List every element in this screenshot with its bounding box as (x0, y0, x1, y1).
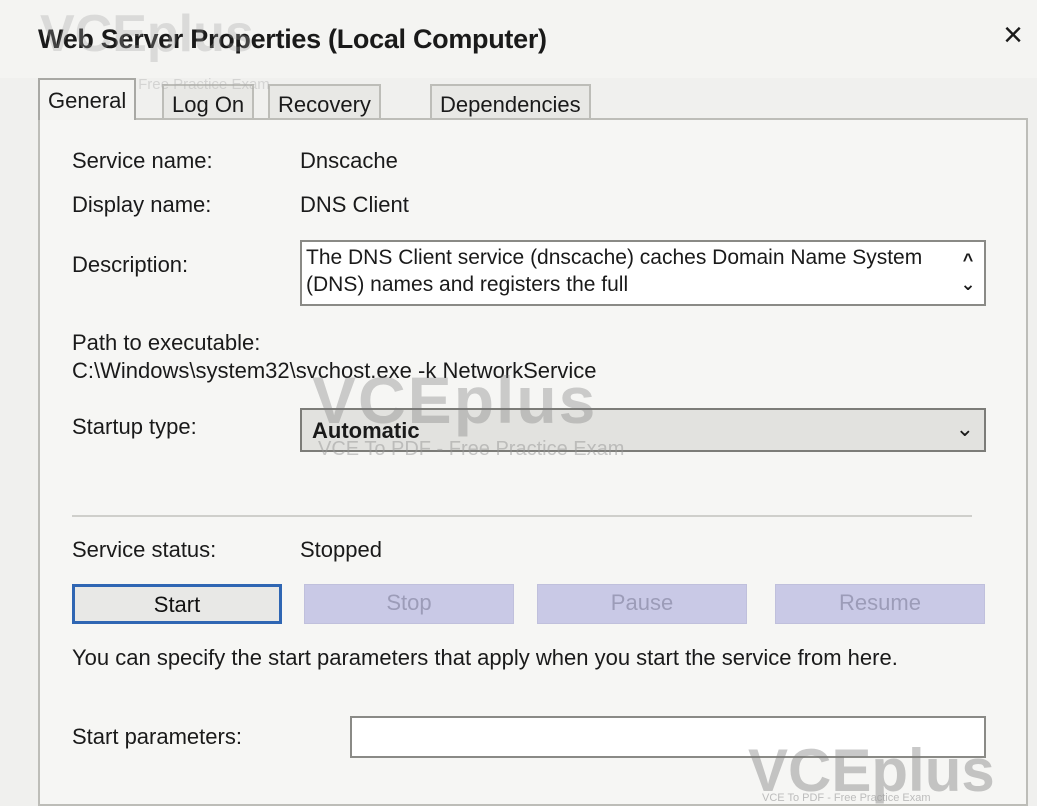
start-parameters-input[interactable] (350, 716, 986, 758)
resume-button[interactable]: Resume (775, 584, 985, 624)
service-name-value: Dnscache (300, 148, 398, 173)
start-button[interactable]: Start (72, 584, 282, 624)
start-parameters-help: You can specify the start parameters tha… (72, 645, 898, 670)
tab-recovery[interactable]: Recovery (268, 84, 381, 118)
description-scrollbar[interactable]: ^ ⌄ (958, 248, 978, 302)
chevron-down-icon[interactable]: ⌄ (956, 416, 974, 442)
display-name-value: DNS Client (300, 192, 409, 217)
stop-button[interactable]: Stop (304, 584, 514, 624)
section-divider (72, 515, 972, 517)
service-properties-dialog: Web Server Properties (Local Computer) ×… (0, 0, 1037, 806)
start-parameters-label: Start parameters: (72, 724, 242, 749)
close-icon[interactable]: × (1003, 18, 1023, 52)
description-label: Description: (72, 252, 189, 277)
pause-button[interactable]: Pause (537, 584, 747, 624)
path-value: C:\Windows\system32\svchost.exe -k Netwo… (72, 358, 597, 383)
path-label: Path to executable: (72, 330, 261, 355)
tab-log-on[interactable]: Log On (162, 84, 255, 118)
chevron-down-icon[interactable]: ⌄ (958, 272, 978, 296)
startup-type-label: Startup type: (72, 414, 197, 439)
window-title: Web Server Properties (Local Computer) (38, 24, 547, 54)
service-status-label: Service status: (72, 537, 217, 562)
title-bar: Web Server Properties (Local Computer) × (0, 0, 1037, 78)
tab-dependencies[interactable]: Dependencies (430, 84, 591, 118)
tab-general[interactable]: General (38, 78, 137, 120)
startup-type-value: Automatic (312, 418, 420, 443)
service-status-value: Stopped (300, 537, 382, 562)
service-name-label: Service name: (72, 148, 213, 173)
display-name-label: Display name: (72, 192, 212, 217)
general-tab-panel (38, 118, 1028, 806)
chevron-up-icon[interactable]: ^ (958, 248, 978, 272)
startup-type-select[interactable]: Automatic ⌄ (300, 408, 986, 452)
description-text: The DNS Client service (dnscache) caches… (306, 246, 923, 296)
description-textbox[interactable]: The DNS Client service (dnscache) caches… (300, 240, 986, 306)
